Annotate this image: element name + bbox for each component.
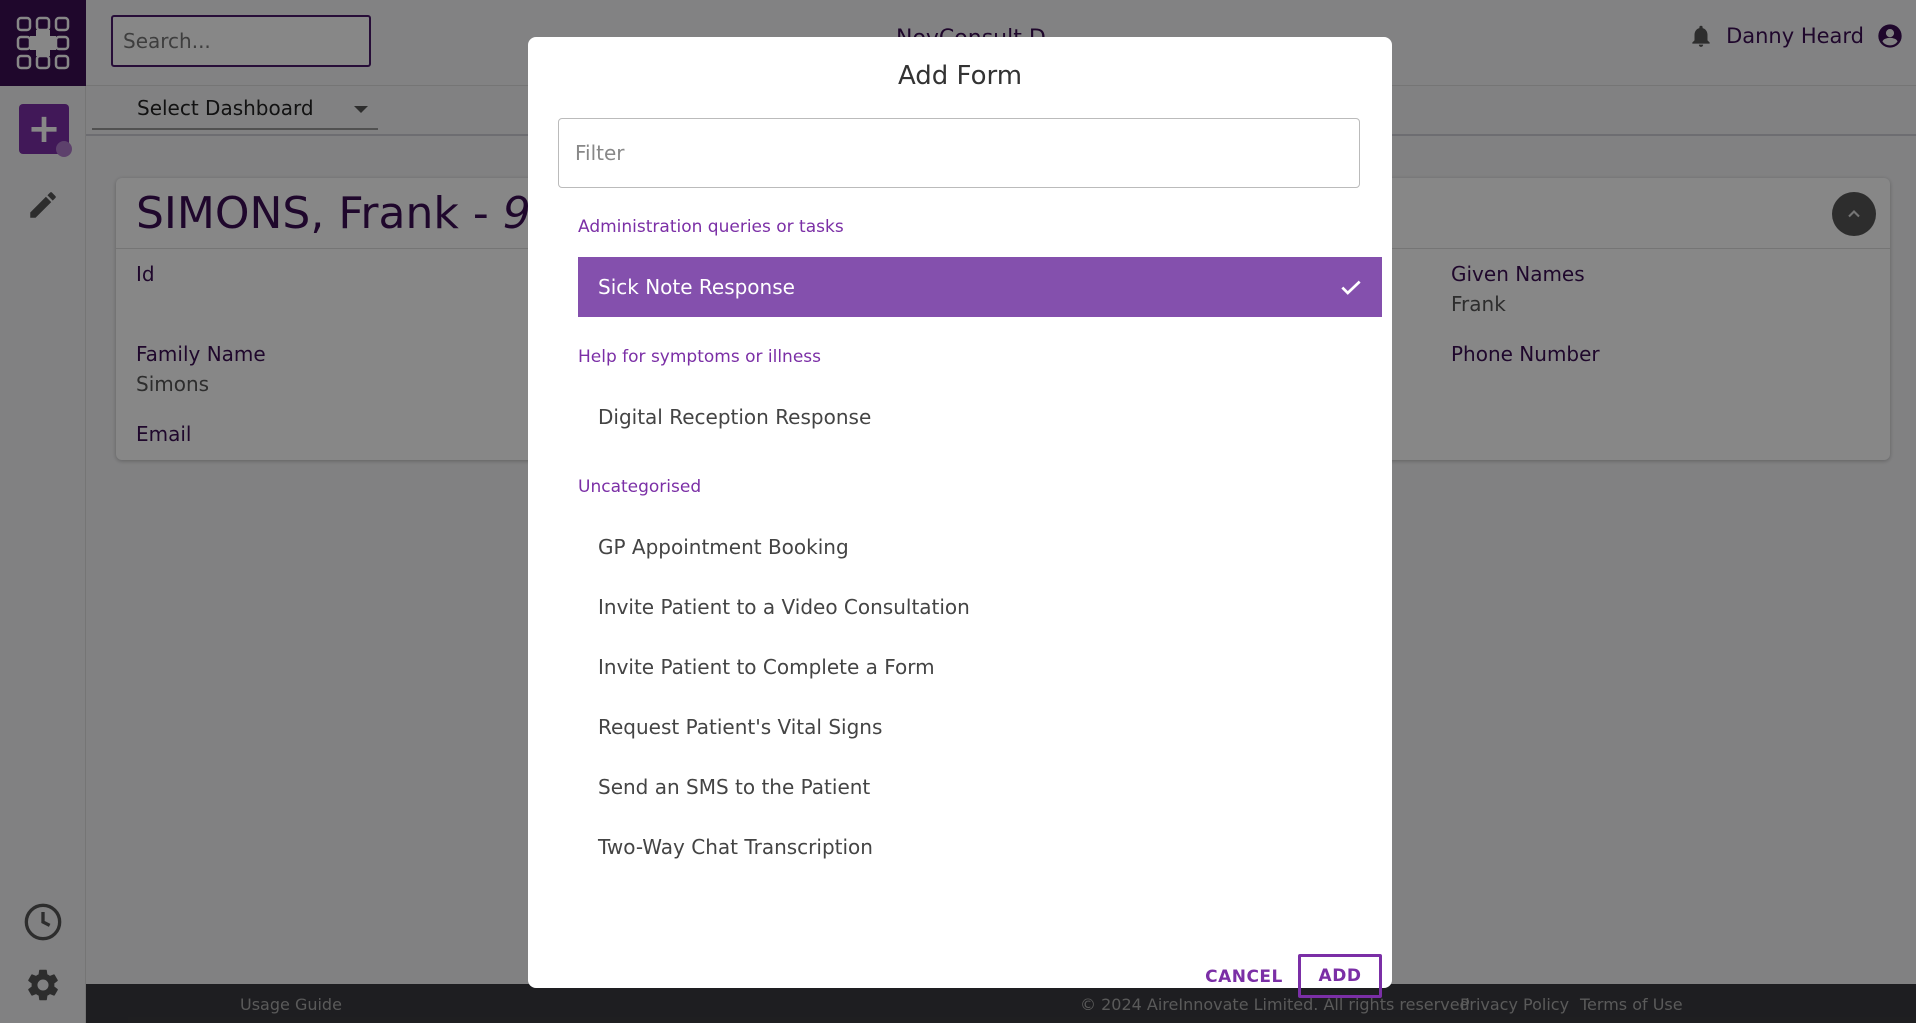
form-item-send-sms[interactable]: Send an SMS to the Patient [578, 757, 1382, 817]
category-header-administration: Administration queries or tasks [578, 217, 844, 237]
cancel-button[interactable]: CANCEL [1204, 955, 1284, 999]
category-header-symptoms: Help for symptoms or illness [578, 347, 822, 367]
form-item-label: GP Appointment Booking [598, 535, 849, 559]
form-item-digital-reception-response[interactable]: Digital Reception Response [578, 387, 1382, 447]
form-item-label: Sick Note Response [598, 275, 795, 299]
filter-input[interactable] [558, 118, 1360, 188]
form-item-label: Digital Reception Response [598, 405, 872, 429]
form-item-label: Invite Patient to Complete a Form [598, 655, 935, 679]
add-form-dialog: Add Form Administration queries or tasks… [528, 37, 1392, 998]
form-item-video-consultation[interactable]: Invite Patient to a Video Consultation [578, 577, 1382, 637]
form-item-complete-a-form[interactable]: Invite Patient to Complete a Form [578, 637, 1382, 697]
form-item-label: Request Patient's Vital Signs [598, 715, 883, 739]
add-button-dialog[interactable]: ADD [1298, 954, 1382, 998]
form-item-vital-signs[interactable]: Request Patient's Vital Signs [578, 697, 1382, 757]
dialog-title: Add Form [897, 61, 1023, 91]
form-item-sick-note-response[interactable]: Sick Note Response [578, 257, 1382, 317]
form-item-label: Invite Patient to a Video Consultation [598, 595, 970, 619]
check-icon [1341, 280, 1361, 295]
form-item-two-way-chat[interactable]: Two-Way Chat Transcription [578, 817, 1382, 877]
form-item-label: Two-Way Chat Transcription [598, 835, 873, 859]
form-item-gp-appointment-booking[interactable]: GP Appointment Booking [578, 517, 1382, 577]
category-header-uncategorised: Uncategorised [578, 477, 702, 497]
form-item-label: Send an SMS to the Patient [598, 775, 871, 799]
